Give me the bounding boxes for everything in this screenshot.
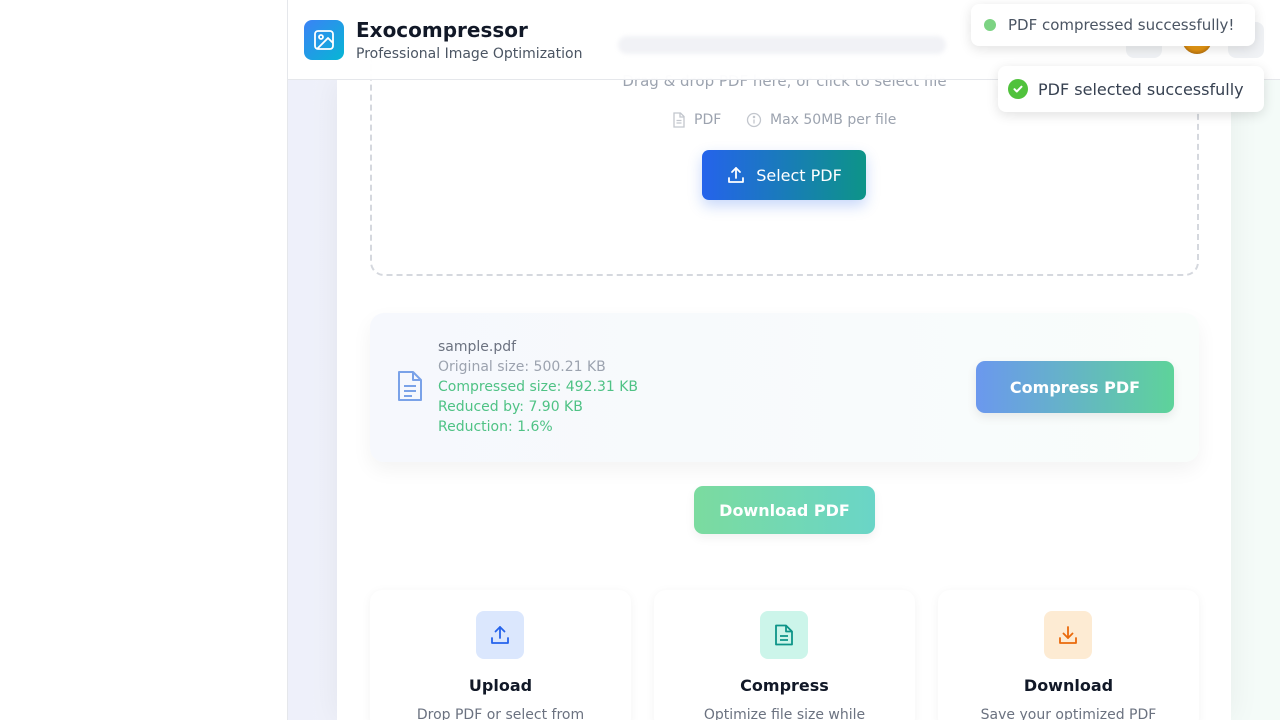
check-icon: [1008, 79, 1028, 99]
app-logo[interactable]: [304, 20, 344, 60]
step-title: Compress: [740, 676, 829, 695]
reduced-by: Reduced by: 7.90 KB: [438, 399, 583, 415]
upload-icon: [491, 626, 509, 644]
step-upload: Upload Drop PDF or select from: [370, 590, 631, 720]
toast-message: PDF compressed successfully!: [1008, 16, 1235, 34]
step-description: Drop PDF or select from: [416, 707, 585, 720]
file-text-icon: [398, 371, 422, 401]
step-download: Download Save your optimized PDF: [938, 590, 1199, 720]
upload-icon: [728, 167, 745, 183]
step-description: Save your optimized PDF: [980, 707, 1157, 720]
size-limit-badge: Max 50MB per file: [746, 110, 896, 130]
success-dot-icon: [984, 19, 996, 31]
original-size: Original size: 500.21 KB: [438, 359, 606, 375]
toast-selected: PDF selected successfully: [998, 66, 1264, 112]
toast-compressed: PDF compressed successfully!: [971, 4, 1255, 46]
app-subtitle: Professional Image Optimization: [356, 46, 583, 62]
upload-step-icon: [476, 611, 524, 659]
download-step-icon: [1044, 611, 1092, 659]
download-icon: [1059, 626, 1077, 644]
select-pdf-label: Select PDF: [756, 165, 842, 185]
sidebar: [0, 0, 288, 720]
file-info-card: sample.pdf Original size: 500.21 KB Comp…: [370, 313, 1199, 462]
step-compress: Compress Optimize file size while: [654, 590, 915, 720]
file-text-icon: [775, 624, 793, 646]
app-title: Exocompressor: [356, 18, 528, 42]
toast-message: PDF selected successfully: [1038, 79, 1244, 99]
compress-pdf-button[interactable]: Compress PDF: [976, 361, 1174, 413]
file-icon: [673, 112, 685, 128]
format-badge: PDF: [672, 110, 721, 130]
format-label: PDF: [694, 112, 722, 128]
step-description: Optimize file size while: [703, 707, 866, 720]
reduction-percent: Reduction: 1.6%: [438, 419, 553, 435]
select-pdf-button[interactable]: Select PDF: [702, 150, 866, 200]
header-placeholder: [618, 36, 946, 54]
file-name: sample.pdf: [438, 339, 517, 355]
step-title: Download: [1023, 676, 1114, 695]
compressed-size: Compressed size: 492.31 KB: [438, 379, 638, 395]
image-icon: [314, 30, 334, 50]
size-limit-label: Max 50MB per file: [770, 112, 897, 128]
download-pdf-button[interactable]: Download PDF: [694, 486, 875, 534]
compress-step-icon: [760, 611, 808, 659]
info-icon: [746, 112, 762, 128]
step-title: Upload: [468, 676, 533, 695]
